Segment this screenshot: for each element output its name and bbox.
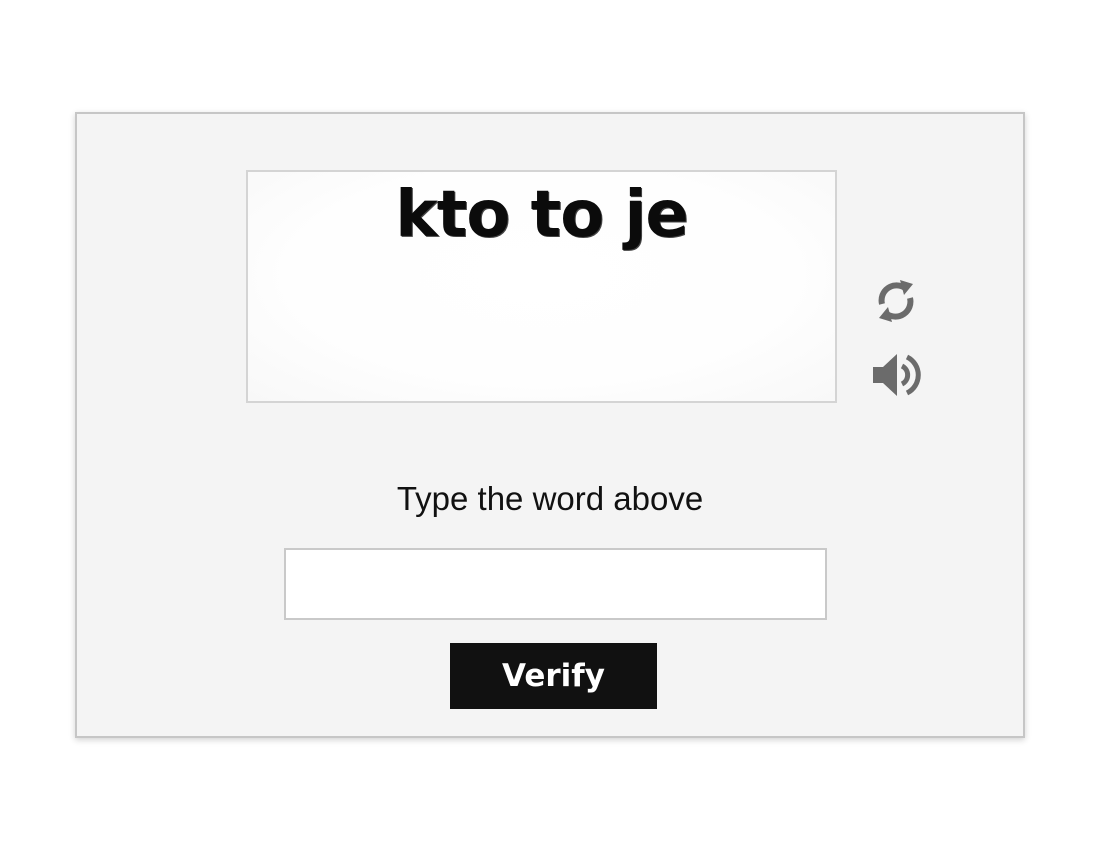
captcha-image: kto to je: [246, 170, 837, 403]
verify-button[interactable]: Verify: [450, 643, 657, 709]
captcha-word: kto to je: [395, 178, 689, 252]
refresh-icon: [878, 280, 914, 322]
speaker-icon: [873, 354, 921, 396]
refresh-captcha-button[interactable]: [869, 274, 923, 328]
captcha-answer-input[interactable]: [284, 548, 827, 620]
audio-captcha-button[interactable]: [869, 348, 923, 402]
captcha-panel: kto to je Type the word above Verify: [75, 112, 1025, 738]
captcha-prompt-label: Type the word above: [396, 480, 704, 517]
